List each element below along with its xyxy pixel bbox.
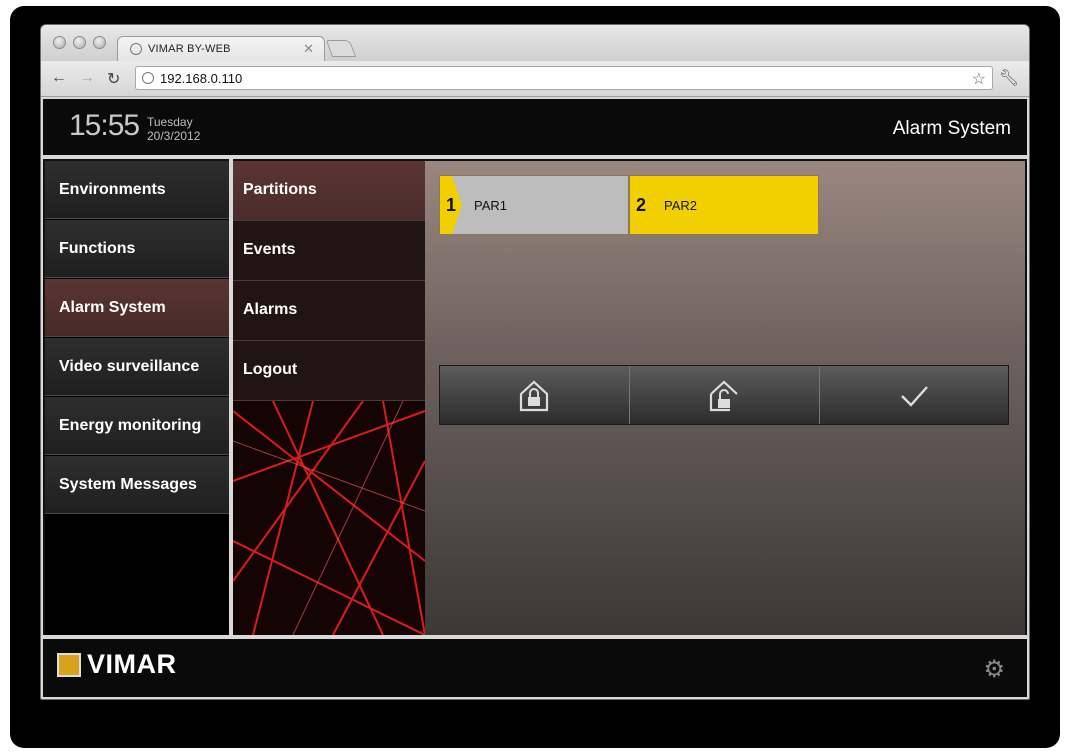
clock-time: 15:55 (69, 109, 140, 142)
page-title: Alarm System (892, 118, 1011, 139)
partition-number: 2 (636, 195, 647, 215)
close-tab-icon[interactable]: ✕ (303, 41, 314, 57)
partition-tile[interactable]: 1 PAR1 (439, 175, 629, 235)
brand-name: VIMAR (87, 649, 177, 679)
desktop: VIMAR BY-WEB ✕ ← → ↻ 192.168.0.110 ☆ 🔧︎ … (0, 0, 1069, 756)
app-area: 15:55 Tuesday 20/3/2012 Alarm System Env… (43, 99, 1027, 697)
house-unlock-icon (709, 380, 738, 412)
partition-number: 1 (446, 195, 457, 215)
menu-item-label: Video surveillance (59, 358, 200, 375)
close-window-button[interactable] (53, 36, 66, 49)
back-icon[interactable]: ← (51, 69, 67, 87)
menu-item-label: Environments (59, 181, 166, 198)
clock-date: 20/3/2012 (147, 129, 201, 143)
browser-toolbar: ← → ↻ 192.168.0.110 ☆ 🔧︎ (41, 61, 1029, 97)
globe-icon (142, 72, 154, 84)
tab-title: VIMAR BY-WEB (148, 43, 231, 55)
menu-item-video-surveillance[interactable]: Video surveillance (45, 338, 229, 396)
tab-bar: VIMAR BY-WEB ✕ (41, 25, 1029, 62)
menu-item-system-messages[interactable]: System Messages (45, 456, 229, 514)
clock-weekday: Tuesday (147, 115, 193, 129)
disarm-button[interactable] (630, 366, 820, 424)
globe-icon (130, 43, 142, 55)
submenu-item-label: Logout (243, 361, 298, 378)
menu-item-label: Functions (59, 240, 136, 257)
browser-window: VIMAR BY-WEB ✕ ← → ↻ 192.168.0.110 ☆ 🔧︎ … (40, 24, 1030, 700)
main-menu: Environments Functions Alarm System Video s… (45, 161, 229, 635)
submenu-item-partitions[interactable]: Partitions (233, 161, 425, 221)
confirm-button[interactable] (820, 366, 1010, 424)
zoom-window-button[interactable] (93, 36, 106, 49)
divider (43, 155, 1027, 159)
submenu-item-alarms[interactable]: Alarms (233, 281, 425, 341)
address-bar[interactable]: 192.168.0.110 ☆ (135, 66, 993, 90)
bookmark-star-icon[interactable]: ☆ (972, 69, 986, 89)
gear-icon[interactable]: ⚙ (983, 655, 1005, 684)
submenu-item-label: Alarms (243, 301, 298, 318)
forward-icon[interactable]: → (79, 69, 95, 87)
vimar-logo-icon (57, 653, 81, 677)
menu-item-environments[interactable]: Environments (45, 161, 229, 219)
arm-button[interactable] (440, 366, 630, 424)
app-footer: VIMAR ⚙ (43, 639, 1027, 697)
action-bar (439, 365, 1009, 425)
menu-item-label: Alarm System (59, 299, 166, 316)
url-text[interactable]: 192.168.0.110 (160, 71, 242, 86)
new-tab-button[interactable] (325, 40, 357, 57)
reload-icon[interactable]: ↻ (107, 69, 120, 89)
menu-item-label: System Messages (59, 476, 197, 493)
submenu-item-logout[interactable]: Logout (233, 341, 425, 401)
minimize-window-button[interactable] (73, 36, 86, 49)
menu-item-label: Energy monitoring (59, 417, 202, 434)
submenu-item-label: Events (243, 241, 296, 258)
checkmark-icon (901, 386, 928, 407)
house-lock-icon (519, 380, 549, 412)
browser-tab[interactable]: VIMAR BY-WEB ✕ (117, 36, 325, 62)
partition-name: PAR1 (474, 198, 507, 213)
menu-item-functions[interactable]: Functions (45, 220, 229, 278)
menu-item-energy-monitoring[interactable]: Energy monitoring (45, 397, 229, 455)
partition-name: PAR2 (664, 198, 697, 213)
submenu-item-label: Partitions (243, 181, 317, 198)
submenu-item-events[interactable]: Events (233, 221, 425, 281)
partition-tile[interactable]: 2 PAR2 (629, 175, 819, 235)
partitions-panel: 1 PAR1 2 PAR2 (425, 161, 1025, 635)
wrench-icon[interactable]: 🔧︎ (999, 68, 1019, 88)
app-header: 15:55 Tuesday 20/3/2012 Alarm System (43, 99, 1027, 155)
menu-item-alarm-system[interactable]: Alarm System (45, 279, 229, 337)
sub-menu: Partitions Events Alarms Logout (233, 161, 425, 635)
